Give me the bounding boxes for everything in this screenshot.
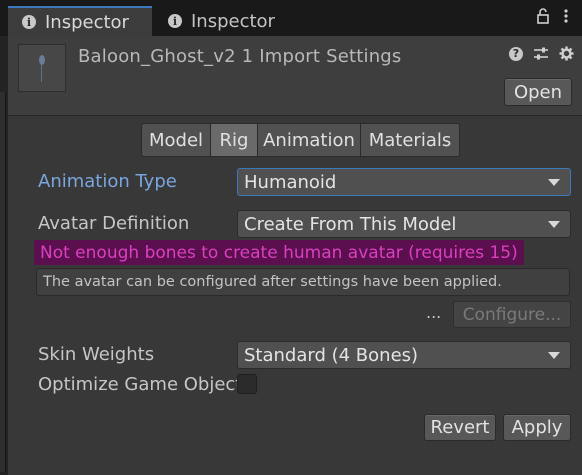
tab-materials[interactable]: Materials bbox=[360, 123, 460, 157]
tab-model[interactable]: Model bbox=[141, 123, 211, 157]
balloon-string bbox=[41, 64, 42, 82]
help-icon[interactable]: ? bbox=[509, 46, 523, 61]
tab-inspector-inactive[interactable]: i Inspector bbox=[156, 6, 306, 36]
asset-thumbnail bbox=[18, 44, 66, 92]
info-icon: i bbox=[168, 14, 182, 28]
page-title: Baloon_Ghost_v2 1 Import Settings bbox=[78, 46, 402, 67]
animation-type-label: Animation Type bbox=[38, 171, 177, 192]
gear-icon[interactable] bbox=[559, 46, 574, 61]
error-message: Not enough bones to create human avatar … bbox=[34, 240, 524, 265]
more-icon[interactable] bbox=[564, 8, 568, 24]
chevron-down-icon bbox=[548, 352, 560, 359]
skin-weights-dropdown[interactable]: Standard (4 Bones) bbox=[237, 341, 571, 369]
header-icons: ? bbox=[509, 46, 574, 61]
avatar-definition-value: Create From This Model bbox=[244, 213, 457, 235]
tab-animation[interactable]: Animation bbox=[257, 123, 361, 157]
open-button[interactable]: Open bbox=[504, 78, 572, 106]
skin-weights-label: Skin Weights bbox=[38, 344, 155, 365]
tab-label: Inspector bbox=[191, 10, 275, 32]
configure-button[interactable]: Configure... bbox=[453, 301, 571, 328]
animation-type-dropdown[interactable]: Humanoid bbox=[237, 168, 571, 196]
animation-type-value: Humanoid bbox=[244, 171, 337, 193]
preset-icon[interactable] bbox=[533, 47, 549, 61]
chevron-down-icon bbox=[548, 221, 560, 228]
import-settings-header: Baloon_Ghost_v2 1 Import Settings ? Open bbox=[8, 36, 582, 116]
apply-button[interactable]: Apply bbox=[503, 414, 571, 441]
optimize-game-object-checkbox[interactable] bbox=[237, 374, 257, 394]
tab-rig[interactable]: Rig bbox=[210, 123, 258, 157]
chevron-down-icon bbox=[548, 179, 560, 186]
import-tabs: Model Rig Animation Materials bbox=[141, 123, 460, 157]
skin-weights-value: Standard (4 Bones) bbox=[244, 344, 419, 366]
tab-label: Inspector bbox=[45, 11, 129, 33]
editor-tabstrip: i Inspector i Inspector bbox=[0, 0, 582, 36]
info-icon: i bbox=[22, 15, 36, 29]
optimize-game-object-label: Optimize Game Object bbox=[38, 374, 243, 395]
avatar-definition-label: Avatar Definition bbox=[38, 213, 190, 234]
left-edge bbox=[0, 36, 8, 475]
avatar-definition-dropdown[interactable]: Create From This Model bbox=[237, 210, 571, 238]
balloon-icon bbox=[39, 55, 45, 65]
tab-tools bbox=[536, 8, 568, 24]
tab-inspector-active[interactable]: i Inspector bbox=[8, 6, 152, 36]
lock-icon[interactable] bbox=[536, 8, 550, 24]
help-box: The avatar can be configured after setti… bbox=[36, 268, 570, 296]
inspector-panel: Baloon_Ghost_v2 1 Import Settings ? Open… bbox=[8, 36, 582, 475]
more-options-dots: ... bbox=[426, 303, 442, 322]
revert-button[interactable]: Revert bbox=[424, 414, 496, 441]
scroll-rail bbox=[0, 92, 6, 472]
